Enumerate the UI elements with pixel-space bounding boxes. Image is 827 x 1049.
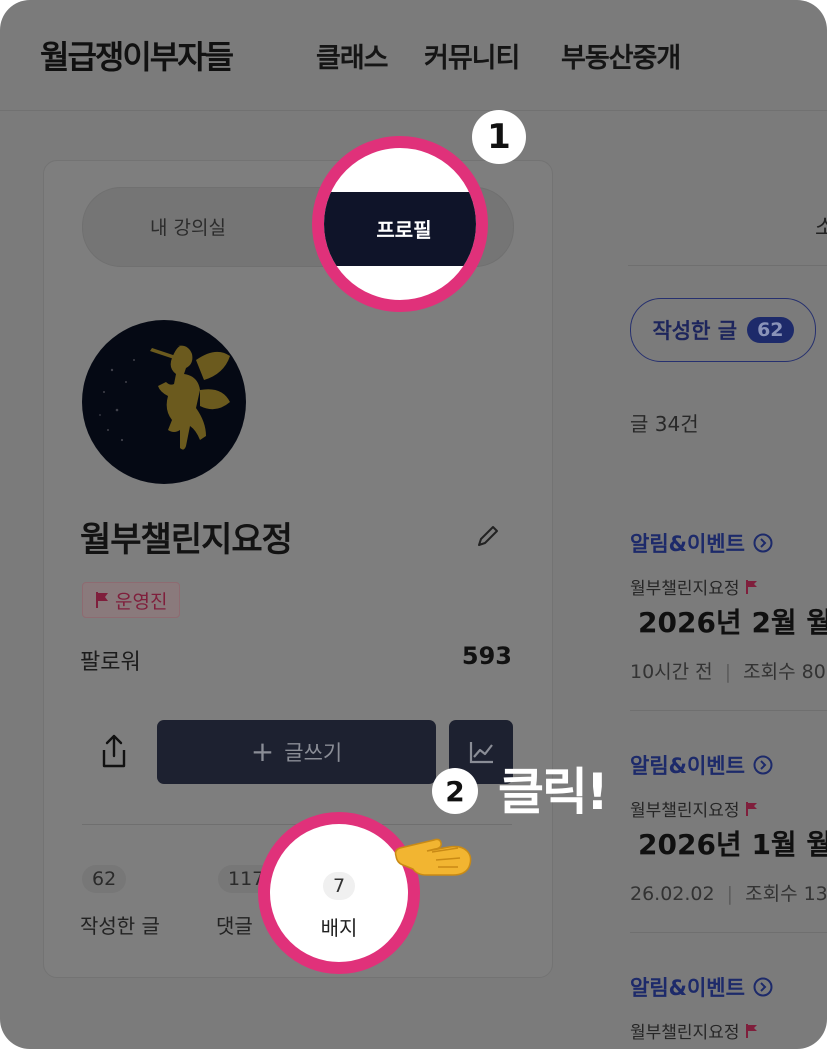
- chevron-right-circle-icon: [753, 755, 773, 775]
- post-author-name: 월부챌린지요정: [630, 801, 740, 821]
- flag-icon: [746, 801, 758, 816]
- nav-class[interactable]: 클래스: [316, 36, 389, 75]
- staff-badge-label: 운영진: [115, 590, 168, 613]
- post-author-name: 월부챌린지요정: [630, 579, 740, 599]
- post-author: 월부챌린지요정: [630, 574, 827, 599]
- follower-count[interactable]: 593: [462, 642, 512, 670]
- post-time: 10시간 전: [630, 661, 713, 683]
- chevron-right-circle-icon: [753, 533, 773, 553]
- avatar: [82, 320, 246, 484]
- post-divider: [630, 932, 827, 933]
- post-item[interactable]: 알림&이벤트 월부챌린지요정: [630, 972, 827, 1043]
- flag-icon: [746, 579, 758, 594]
- tab-partial[interactable]: 소: [815, 210, 827, 242]
- post-views: 조회수 80: [743, 661, 826, 683]
- profile-name: 월부챌린지요정: [80, 520, 293, 560]
- pointing-hand-icon: [394, 838, 472, 876]
- badges-stat-label[interactable]: 배지: [270, 912, 408, 941]
- nav-realestate[interactable]: 부동산중개: [561, 36, 681, 75]
- post-meta: 26.02.02 | 조회수 13: [630, 879, 827, 906]
- post-time: 26.02.02: [630, 883, 715, 905]
- top-header: 월급쟁이부자들 클래스 커뮤니티 부동산중개: [0, 0, 827, 111]
- post-total-count: 글 34건: [630, 412, 699, 436]
- post-divider: [630, 710, 827, 711]
- written-posts-label: 작성한 글: [652, 319, 738, 343]
- nav-community[interactable]: 커뮤니티: [424, 36, 520, 75]
- post-author: 월부챌린지요정: [630, 1018, 827, 1043]
- written-posts-filter[interactable]: 작성한 글 62: [630, 298, 816, 362]
- follower-label: 팔로워: [80, 650, 141, 675]
- step-1-marker: 1: [472, 110, 526, 164]
- post-title-text: 2026년 2월 월: [638, 606, 827, 639]
- meta-separator: |: [724, 661, 732, 683]
- tab-underline: [628, 265, 827, 266]
- write-post-label: 글쓰기: [284, 741, 343, 765]
- post-author-name: 월부챌린지요정: [630, 1023, 740, 1043]
- write-post-button[interactable]: + 글쓰기: [157, 720, 436, 784]
- post-category-label: 알림&이벤트: [630, 532, 745, 556]
- share-icon[interactable]: [96, 732, 132, 772]
- click-instruction: 클릭!: [498, 763, 609, 821]
- screenshot-frame: 월급쟁이부자들 클래스 커뮤니티 부동산중개 내 강의실 월부챌린지요정 운영진…: [0, 0, 827, 1049]
- post-category[interactable]: 알림&이벤트: [630, 972, 827, 1002]
- flag-icon: [746, 1023, 758, 1038]
- posts-count-pill: 62: [82, 865, 127, 893]
- post-item[interactable]: 알림&이벤트 월부챌린지요정 2026년 2월 월 10시간 전 | 조회수 8…: [630, 528, 827, 684]
- pencil-edit-icon[interactable]: [474, 522, 502, 550]
- post-category[interactable]: 알림&이벤트: [630, 750, 827, 780]
- step-2-marker: 2: [432, 768, 478, 814]
- meta-separator: |: [726, 883, 734, 905]
- post-item[interactable]: 알림&이벤트 월부챌린지요정 2026년 1월 월 26.02.02 | 조회수…: [630, 750, 827, 906]
- post-meta: 10시간 전 | 조회수 80: [630, 657, 827, 684]
- comments-stat-label[interactable]: 댓글: [216, 910, 253, 939]
- post-views: 조회수 13: [745, 883, 827, 905]
- tab-my-classroom[interactable]: 내 강의실: [150, 213, 226, 240]
- chevron-right-circle-icon: [753, 977, 773, 997]
- flag-icon: [96, 592, 108, 608]
- tab-profile[interactable]: 프로필: [324, 192, 476, 266]
- plus-icon: +: [250, 735, 275, 768]
- post-category[interactable]: 알림&이벤트: [630, 528, 827, 558]
- post-category-label: 알림&이벤트: [630, 754, 745, 778]
- staff-badge: 운영진: [82, 582, 181, 618]
- post-title-text: 2026년 1월 월: [638, 828, 827, 861]
- written-posts-count: 62: [747, 317, 794, 343]
- site-logo[interactable]: 월급쟁이부자들: [40, 32, 234, 78]
- highlight-ring-profile-tab: 프로필: [312, 136, 488, 312]
- post-title[interactable]: 2026년 2월 월: [630, 601, 827, 641]
- post-title[interactable]: 2026년 1월 월: [630, 823, 827, 863]
- post-author: 월부챌린지요정: [630, 796, 827, 821]
- fairy-avatar-image: [99, 345, 230, 450]
- tab-profile-label: 프로필: [376, 218, 432, 242]
- post-category-label: 알림&이벤트: [630, 976, 745, 1000]
- posts-stat-label[interactable]: 작성한 글: [80, 910, 160, 939]
- badges-count-pill: 7: [323, 872, 355, 900]
